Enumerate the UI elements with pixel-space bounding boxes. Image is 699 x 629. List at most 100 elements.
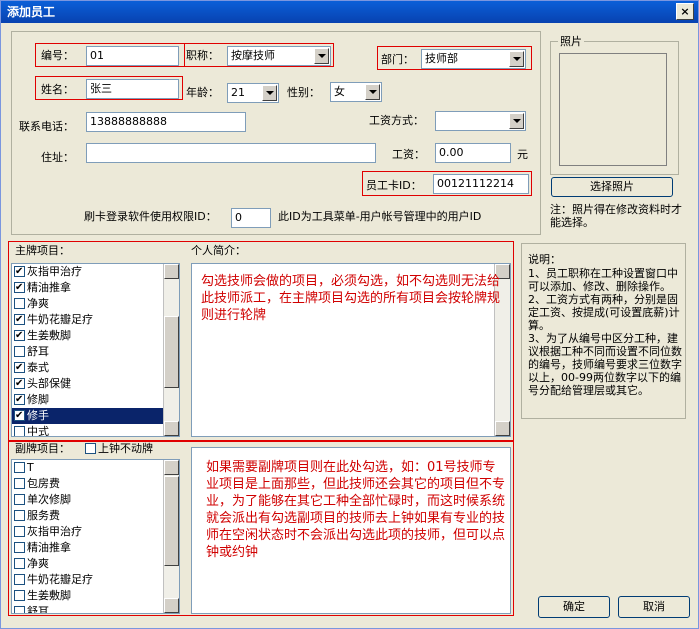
card-id-input[interactable]: 00121112214 (433, 174, 529, 194)
main-items-label: 主牌项目： (15, 244, 70, 257)
list-item[interactable]: 生姜敷脚 (12, 328, 179, 344)
checkbox-icon[interactable] (14, 462, 25, 473)
name-input[interactable]: 张三 (86, 79, 179, 99)
list-item[interactable]: 服务费 (12, 508, 179, 524)
checkbox-icon[interactable] (14, 312, 25, 328)
gender-select[interactable]: 女 (330, 82, 382, 102)
bio-label: 个人简介： (191, 244, 246, 257)
phone-input[interactable]: 13888888888 (86, 112, 246, 132)
list-item[interactable]: 生姜敷脚 (12, 588, 179, 604)
chevron-down-icon[interactable] (509, 51, 524, 67)
list-item[interactable]: 净爽 (12, 296, 179, 312)
checkbox-icon[interactable] (14, 494, 25, 505)
salary-label: 工资： (392, 148, 425, 161)
list-item[interactable]: T (12, 460, 179, 476)
scroll-thumb[interactable] (164, 476, 179, 566)
sub-items-container: T 包房费单次修脚服务费 灰指甲治疗精油推拿 净爽 牛奶花瓣足疗 生姜敷脚舒耳 (12, 460, 179, 613)
salary-unit: 元 (517, 148, 528, 161)
photo-preview (559, 53, 667, 166)
sub-items-list[interactable]: T 包房费单次修脚服务费 灰指甲治疗精油推拿 净爽 牛奶花瓣足疗 生姜敷脚舒耳 (11, 459, 180, 614)
no-move-check-icon[interactable] (85, 443, 96, 454)
scroll-up-icon[interactable] (164, 264, 179, 279)
scroll-thumb[interactable] (164, 316, 179, 388)
list-item-label: 修手 (27, 409, 49, 422)
age-label: 年龄： (186, 86, 219, 99)
list-item[interactable]: 单次修脚 (12, 492, 179, 508)
close-button[interactable]: × (676, 3, 694, 20)
list-item-label: 灰指甲治疗 (27, 265, 82, 278)
number-input[interactable]: 01 (86, 46, 179, 66)
title-value: 按摩技师 (231, 49, 275, 62)
checkbox-icon[interactable] (14, 558, 25, 569)
pay-method-select[interactable] (435, 111, 526, 131)
checkbox-icon[interactable] (14, 264, 25, 280)
list-item[interactable]: 净爽 (12, 556, 179, 572)
list-item[interactable]: 包房费 (12, 476, 179, 492)
checkbox-icon[interactable] (14, 392, 25, 408)
list-item-label: 生姜敷脚 (27, 589, 71, 602)
checkbox-icon[interactable] (14, 360, 25, 376)
help-title: 说明： (528, 253, 561, 266)
checkbox-icon[interactable] (14, 526, 25, 537)
list-item-label: 净爽 (27, 297, 49, 310)
sub-list-scrollbar[interactable] (163, 460, 179, 613)
list-item-label: 灰指甲治疗 (27, 525, 82, 538)
checkbox-icon[interactable] (14, 574, 25, 585)
chevron-down-icon[interactable] (262, 85, 277, 101)
checkbox-icon[interactable] (14, 408, 25, 424)
scroll-down-icon[interactable] (164, 598, 179, 613)
address-input[interactable] (86, 143, 376, 163)
list-item[interactable]: 修脚 (12, 392, 179, 408)
dept-value: 技师部 (425, 52, 458, 65)
list-item[interactable]: 精油推拿 (12, 280, 179, 296)
scroll-down-icon[interactable] (495, 421, 510, 436)
list-item[interactable]: 中式 (12, 424, 179, 436)
list-item-label: 单次修脚 (27, 493, 71, 506)
list-item[interactable]: 头部保健 (12, 376, 179, 392)
perm-id-label: 刷卡登录软件使用权限ID： (84, 210, 217, 223)
ok-button[interactable]: 确定 (538, 596, 610, 618)
no-move-checkbox[interactable]: 上钟不动牌 (85, 441, 153, 457)
title-select[interactable]: 按摩技师 (227, 46, 331, 66)
salary-input[interactable]: 0.00 (435, 143, 511, 163)
list-item[interactable]: 泰式 (12, 360, 179, 376)
checkbox-icon[interactable] (14, 328, 25, 344)
checkbox-icon[interactable] (14, 590, 25, 601)
main-items-list[interactable]: 灰指甲治疗精油推拿净爽牛奶花瓣足疗生姜敷脚舒耳泰式头部保健修脚修手中式 (11, 263, 180, 437)
cancel-button[interactable]: 取消 (618, 596, 690, 618)
checkbox-icon[interactable] (14, 510, 25, 521)
list-item[interactable]: 牛奶花瓣足疗 (12, 572, 179, 588)
dept-select[interactable]: 技师部 (421, 49, 526, 69)
scroll-up-icon[interactable] (164, 460, 179, 475)
list-item-label: 牛奶花瓣足疗 (27, 573, 93, 586)
checkbox-icon[interactable] (14, 426, 25, 436)
list-item[interactable]: 修手 (12, 408, 179, 424)
age-select[interactable]: 21 (227, 83, 279, 103)
chevron-down-icon[interactable] (365, 84, 380, 100)
list-item[interactable]: 精油推拿 (12, 540, 179, 556)
chevron-down-icon[interactable] (314, 48, 329, 64)
checkbox-icon[interactable] (14, 346, 25, 357)
list-item-label: 修脚 (27, 393, 49, 406)
list-item[interactable]: 灰指甲治疗 (12, 264, 179, 280)
list-item[interactable]: 灰指甲治疗 (12, 524, 179, 540)
list-item-label: 舒耳 (27, 345, 49, 358)
list-item-label: 包房费 (27, 477, 60, 490)
window-title: 添加员工 (7, 5, 56, 19)
checkbox-icon[interactable] (14, 606, 25, 613)
perm-id-input[interactable]: 0 (231, 208, 271, 228)
list-item[interactable]: 舒耳 (12, 604, 179, 613)
chevron-down-icon[interactable] (509, 113, 524, 129)
checkbox-icon[interactable] (14, 542, 25, 553)
checkbox-icon[interactable] (14, 298, 25, 309)
scroll-down-icon[interactable] (164, 421, 179, 436)
list-item[interactable]: 牛奶花瓣足疗 (12, 312, 179, 328)
checkbox-icon[interactable] (14, 280, 25, 296)
select-photo-button[interactable]: 选择照片 (551, 177, 673, 197)
checkbox-icon[interactable] (14, 478, 25, 489)
main-list-scrollbar[interactable] (163, 264, 179, 436)
list-item[interactable]: 舒耳 (12, 344, 179, 360)
add-employee-dialog: 添加员工 × 编号： 01 职称： 按摩技师 部门： 技师部 姓名： 张三 年龄… (0, 0, 699, 629)
checkbox-icon[interactable] (14, 376, 25, 392)
dept-label: 部门： (381, 53, 414, 66)
